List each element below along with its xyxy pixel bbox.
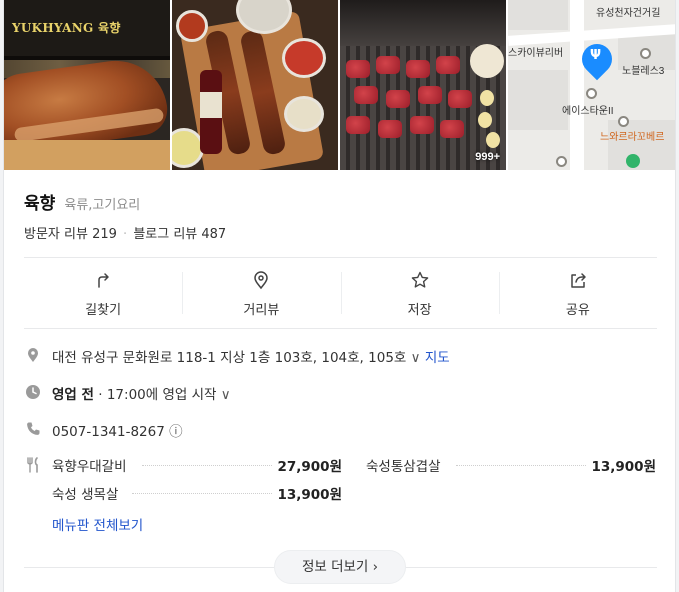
review-counts: 방문자 리뷰 219 · 블로그 리뷰 487 [24, 223, 226, 242]
separator: · [123, 227, 128, 242]
phone-number[interactable]: 0507-1341-8267 [52, 424, 165, 440]
share-icon [571, 273, 586, 288]
map-label: 느와르라꼬베르 [600, 132, 665, 143]
menu-item: 육향우대갈비 27,900원 [52, 455, 342, 475]
business-hours: · 17:00에 영업 시작 [98, 387, 217, 403]
share-label: 공유 [565, 303, 590, 318]
menu-item-price: 13,900원 [591, 459, 656, 475]
poi-icon [556, 156, 567, 167]
streetview-icon [254, 271, 269, 290]
business-status: 영업 전 [52, 387, 94, 403]
menu-item-price: 27,900원 [277, 459, 342, 475]
meat-piece [418, 86, 442, 104]
meat-piece [386, 90, 410, 108]
blog-review-link[interactable]: 블로그 리뷰 487 [133, 227, 226, 242]
map-block [508, 70, 568, 130]
menu-item-name: 숙성통삼겹살 [366, 459, 441, 475]
map-label: 에이스타운II [562, 106, 614, 117]
garlic [486, 132, 500, 148]
star-icon [411, 271, 428, 288]
menu-all-link[interactable]: 메뉴판 전체보기 [52, 514, 143, 534]
map-link[interactable]: 지도 [425, 350, 450, 366]
share-button[interactable]: 공유 [498, 258, 657, 328]
mini-map[interactable]: 유성천자건거길 스카이뷰리버 노블레스3 에이스타운II 느와르라꼬베르 Ψ [508, 0, 675, 170]
photo-storefront[interactable]: YUKHYANG 육향 [4, 0, 170, 170]
poi-icon [618, 116, 629, 127]
meat-piece [440, 120, 464, 138]
store-sign-text: YUKHYANG 육향 [12, 21, 121, 35]
grill-edge [340, 0, 506, 46]
place-header: 육향 육류,고기요리 [24, 189, 140, 214]
directions-label: 길찾기 [85, 303, 122, 318]
meat-piece [346, 60, 370, 78]
hours-expand-icon[interactable]: ∨ [221, 387, 231, 403]
meat-piece [410, 116, 434, 134]
meat-piece [378, 120, 402, 138]
menu-item: 숙성통삼겹살 13,900원 [366, 455, 656, 475]
map-block [508, 0, 568, 30]
meat-piece [406, 60, 430, 78]
place-name: 육향 [24, 194, 56, 214]
menu-icon [27, 457, 38, 473]
kimchi-bowl [282, 38, 326, 78]
address-text: 대전 유성구 문화원로 118-1 지상 1층 103호, 104호, 105호 [52, 350, 407, 366]
poi-icon [640, 48, 651, 59]
menu-dots [132, 493, 272, 494]
map-road [570, 0, 584, 170]
onion [470, 44, 504, 78]
save-button[interactable]: 저장 [340, 258, 499, 328]
cutting-board [4, 140, 170, 170]
menu-item-price: 13,900원 [277, 487, 342, 503]
directions-icon [98, 273, 109, 288]
park-icon [626, 154, 640, 168]
poi-icon [586, 88, 597, 99]
menu-dots [456, 465, 586, 466]
place-card: YUKHYANG 육향 999+ 유성천자건거길 스카이뷰리버 노블레스3 에이… [3, 0, 676, 592]
phone-icon [27, 422, 40, 435]
place-category: 육류,고기요리 [64, 198, 141, 213]
location-icon [28, 348, 38, 362]
streetview-label: 거리뷰 [243, 303, 280, 318]
menu-dots [142, 465, 272, 466]
restaurant-icon: Ψ [590, 48, 602, 63]
meat-piece [354, 86, 378, 104]
phone-info-icon[interactable]: ⓘ [169, 424, 183, 440]
meat-piece [436, 56, 460, 74]
streetview-button[interactable]: 거리뷰 [182, 258, 340, 328]
map-label: 노블레스3 [622, 66, 665, 77]
photo-grill[interactable]: 999+ [340, 0, 506, 170]
photo-table-spread[interactable] [172, 0, 338, 170]
meat-piece [376, 56, 400, 74]
menu-item-name: 육향우대갈비 [52, 459, 127, 475]
menu-item: 숙성 생목살 13,900원 [52, 483, 342, 503]
garlic [480, 90, 494, 106]
garlic [478, 112, 492, 128]
sauce-bowl [176, 10, 208, 42]
photo-count-badge: 999+ [475, 151, 500, 163]
map-label: 유성천자건거길 [596, 8, 661, 19]
visitor-review-link[interactable]: 방문자 리뷰 219 [24, 227, 117, 242]
more-info-button[interactable]: 정보 더보기 › [274, 550, 406, 584]
photo-strip: YUKHYANG 육향 999+ 유성천자건거길 스카이뷰리버 노블레스3 에이… [4, 0, 675, 170]
map-label: 스카이뷰리버 [508, 48, 564, 59]
meat-piece [346, 116, 370, 134]
menu-item-name: 숙성 생목살 [52, 487, 119, 503]
action-bar: 길찾기 거리뷰 저장 공유 [24, 257, 657, 329]
directions-button[interactable]: 길찾기 [24, 258, 182, 328]
address-expand-icon[interactable]: ∨ [411, 350, 421, 366]
wine-label [200, 92, 222, 118]
meat-piece [448, 90, 472, 108]
clock-icon [26, 385, 40, 399]
save-label: 저장 [407, 303, 432, 318]
side-dish-bowl [284, 96, 324, 132]
